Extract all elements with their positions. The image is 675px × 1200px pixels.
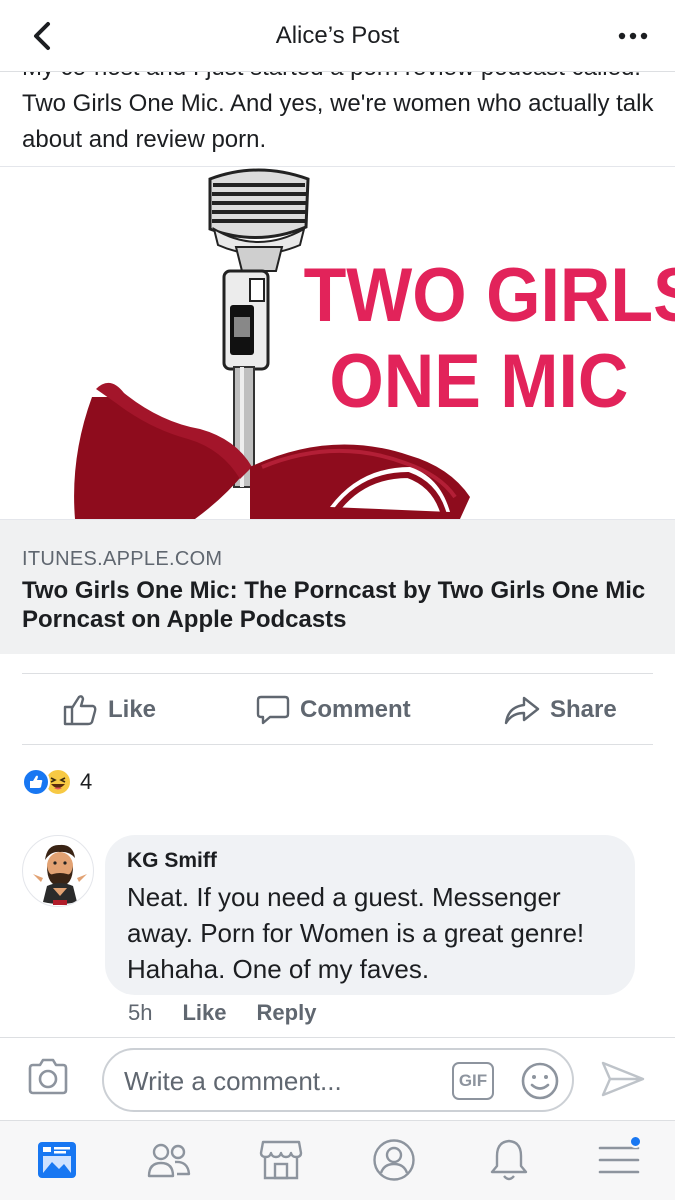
comment-like-button[interactable]: Like (182, 1000, 226, 1026)
gif-button[interactable]: GIF (452, 1062, 494, 1100)
comment-input-wrapper[interactable]: GIF (102, 1048, 574, 1112)
comment-input[interactable] (124, 1064, 434, 1098)
comment-button[interactable]: Comment (256, 674, 411, 746)
thumbs-up-icon (63, 695, 97, 726)
more-options-button[interactable] (611, 18, 655, 54)
menu-notification-dot (629, 1135, 642, 1148)
share-arrow-icon (504, 696, 540, 725)
comment-bubble[interactable]: KG Smiff Neat. If you need a guest. Mess… (105, 835, 635, 995)
reaction-count: 4 (80, 769, 93, 794)
friends-icon (147, 1143, 191, 1178)
profile-icon (373, 1139, 415, 1181)
page-title: Alice’s Post (275, 22, 400, 49)
link-domain: ITUNES.APPLE.COM (22, 548, 223, 570)
comment-label: Comment (300, 696, 411, 723)
share-label: Share (550, 696, 617, 723)
link-preview-image: TWO GIRLS ONE MIC (0, 167, 675, 519)
comment-timestamp: 5h (128, 1000, 153, 1025)
like-reaction-icon (22, 768, 50, 796)
like-button[interactable]: Like (62, 674, 156, 746)
comment-author[interactable]: KG Smiff (127, 849, 217, 873)
tab-marketplace[interactable] (256, 1135, 306, 1185)
tab-menu[interactable] (594, 1135, 644, 1185)
post-action-bar: Like Comment Share (22, 673, 653, 745)
bell-icon (490, 1139, 528, 1181)
comment-reply-button[interactable]: Reply (257, 1000, 317, 1026)
camera-icon (28, 1058, 68, 1095)
send-button[interactable] (600, 1060, 646, 1103)
link-title: Two Girls One Mic: The Porncast by Two G… (22, 577, 646, 633)
hamburger-menu-icon (598, 1146, 640, 1174)
smiley-icon (521, 1062, 559, 1100)
tab-profile[interactable] (369, 1135, 419, 1185)
tab-friends[interactable] (144, 1135, 194, 1185)
marketplace-icon (259, 1140, 303, 1180)
share-button[interactable]: Share (504, 674, 617, 746)
link-preview-card[interactable]: TWO GIRLS ONE MIC ITUNES.APPLE.COM Two G… (0, 166, 675, 654)
news-feed-icon (38, 1142, 76, 1178)
comment-composer: GIF (0, 1037, 675, 1120)
emoji-button[interactable] (520, 1061, 560, 1106)
camera-button[interactable] (26, 1058, 70, 1101)
like-label: Like (108, 696, 157, 723)
comment-text: Neat. If you need a guest. Messenger awa… (127, 882, 585, 984)
tab-news-feed[interactable] (32, 1135, 82, 1185)
bottom-tab-bar (0, 1120, 675, 1200)
podcast-title-line2: ONE MIC (329, 339, 628, 423)
send-arrow-icon (601, 1061, 645, 1097)
commenter-avatar[interactable] (22, 835, 94, 907)
link-preview-meta: ITUNES.APPLE.COM Two Girls One Mic: The … (0, 519, 675, 654)
more-dots-icon (618, 32, 648, 40)
podcast-title-line1: TWO GIRLS (304, 253, 675, 337)
comment-meta: 5h Like Reply (128, 1000, 316, 1026)
reactions-summary[interactable]: 4 (22, 766, 92, 798)
podcast-artwork: TWO GIRLS ONE MIC (74, 168, 675, 519)
tab-notifications[interactable] (484, 1135, 534, 1185)
comment-bubble-icon (256, 695, 290, 725)
top-navigation-bar: Alice’s Post (0, 0, 675, 72)
